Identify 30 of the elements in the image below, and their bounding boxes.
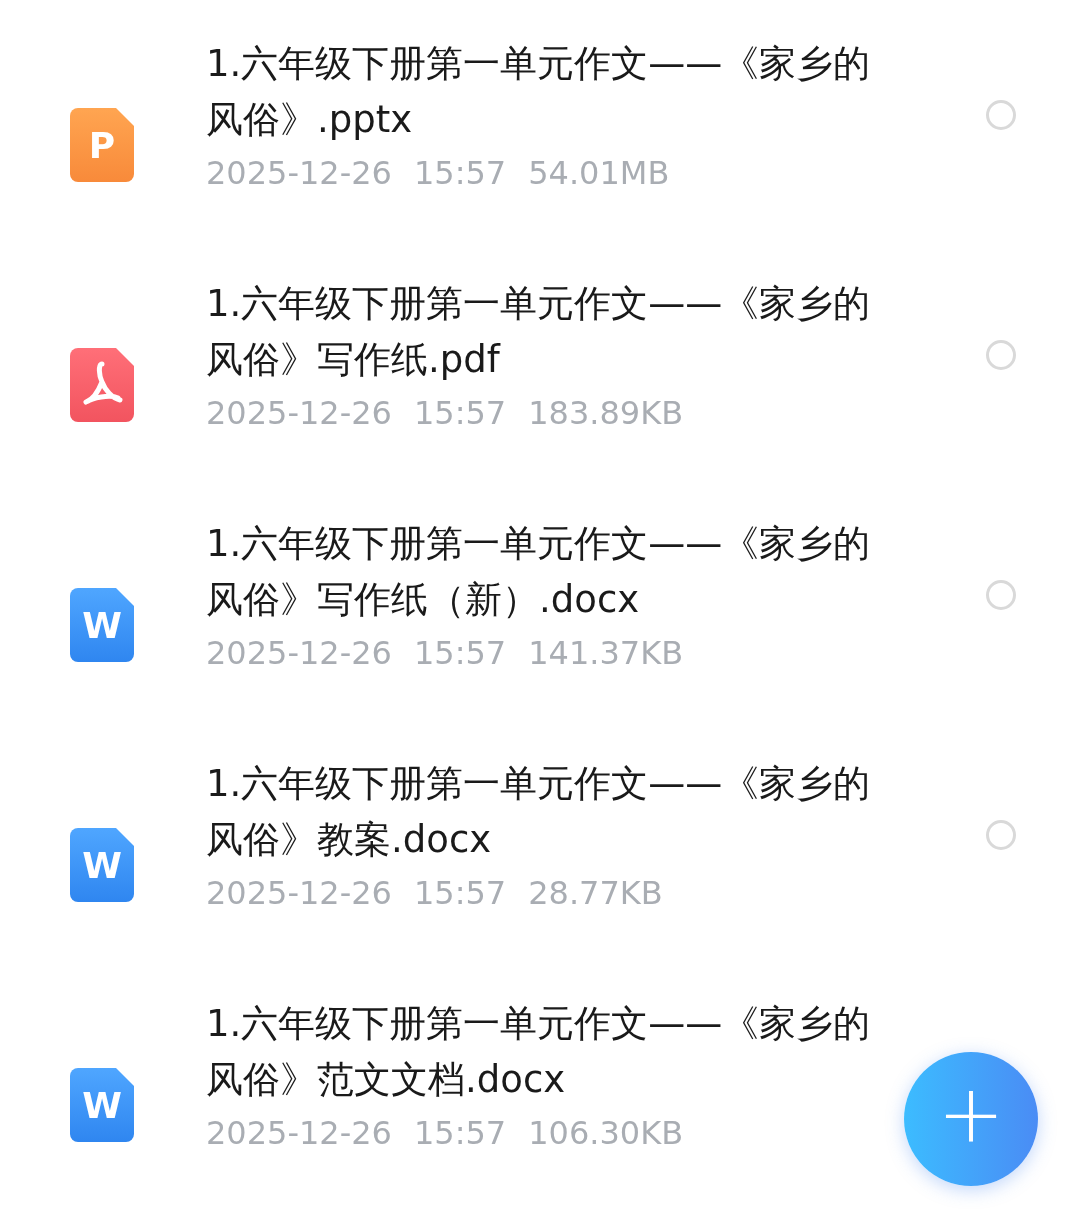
file-time: 15:57 [413,1114,507,1152]
select-radio[interactable] [986,820,1016,850]
file-size: 141.37KB [528,634,684,672]
document-file-icon: W [70,828,134,902]
file-name: 1.六年级下册第一单元作文——《家乡的风俗》.pptx [206,41,872,143]
file-date: 2025-12-26 [206,154,392,192]
select-radio[interactable] [986,100,1016,130]
file-name: 1.六年级下册第一单元作文——《家乡的风俗》写作纸（新）.docx [206,521,872,623]
file-size: 106.30KB [528,1114,684,1152]
file-size: 183.89KB [528,394,684,432]
file-name: 1.六年级下册第一单元作文——《家乡的风俗》教案.docx [206,761,872,863]
presentation-file-icon: P [70,108,134,182]
document-file-icon: W [70,588,134,662]
file-date: 2025-12-26 [206,394,392,432]
file-name: 1.六年级下册第一单元作文——《家乡的风俗》写作纸.pdf [206,281,872,383]
file-time: 15:57 [413,154,507,192]
file-time: 15:57 [413,634,507,672]
file-date: 2025-12-26 [206,1114,392,1152]
select-radio[interactable] [986,580,1016,610]
file-time: 15:57 [413,874,507,912]
file-size: 28.77KB [528,874,663,912]
file-name: 1.六年级下册第一单元作文——《家乡的风俗》范文文档.docx [206,1001,872,1103]
file-time: 15:57 [413,394,507,432]
file-date: 2025-12-26 [206,874,392,912]
file-date: 2025-12-26 [206,634,392,672]
document-file-icon: W [70,1068,134,1142]
pdf-file-icon [70,348,134,422]
select-radio[interactable] [986,340,1016,370]
add-button[interactable]: + [904,1052,1038,1186]
file-size: 54.01MB [528,154,670,192]
